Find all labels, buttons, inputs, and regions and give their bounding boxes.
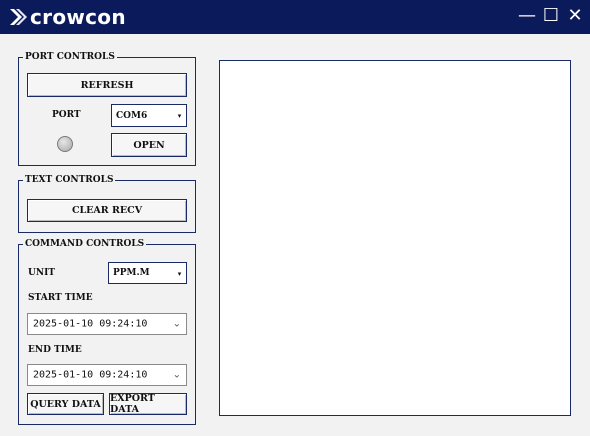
unit-select-value: PPM.M [113,268,150,278]
logo-chevron-icon [10,9,27,25]
end-time-value: 2025-01-10 09:24:10 [33,369,148,381]
command-controls-legend: COMMAND CONTROLS [25,239,145,249]
minimize-icon[interactable]: — [518,4,536,28]
app-window: crowcon — ☐ ✕ PORT CONTROLS REFRESH PORT… [0,0,590,436]
text-controls-legend: TEXT CONTROLS [25,175,114,185]
query-data-button[interactable]: QUERY DATA [27,393,104,415]
unit-select[interactable]: PPM.M ▾ [108,262,187,284]
port-status-led [57,136,73,152]
chevron-down-icon: ⌄ [172,318,181,330]
title-bar[interactable]: crowcon — ☐ ✕ [0,0,590,34]
start-time-label: START TIME [28,293,93,303]
close-icon[interactable]: ✕ [566,4,584,28]
export-data-button[interactable]: EXPORT DATA [109,393,187,415]
port-label: PORT [52,110,81,120]
dropdown-arrow-icon: ▾ [175,108,184,123]
port-select-value: COM6 [116,110,148,121]
start-time-value: 2025-01-10 09:24:10 [33,318,148,330]
clear-recv-button[interactable]: CLEAR RECV [27,199,187,222]
dropdown-arrow-icon: ▾ [175,266,184,280]
port-select[interactable]: COM6 ▾ [111,104,187,127]
refresh-button[interactable]: REFRESH [27,73,187,97]
receive-text-area[interactable] [219,60,571,416]
unit-label: UNIT [28,268,55,278]
port-controls-legend: PORT CONTROLS [25,52,115,62]
end-time-picker[interactable]: 2025-01-10 09:24:10 ⌄ [27,364,187,386]
window-controls: — ☐ ✕ [518,4,584,28]
open-button[interactable]: OPEN [111,133,187,157]
end-time-label: END TIME [28,345,82,355]
maximize-icon[interactable]: ☐ [542,4,560,28]
chevron-down-icon: ⌄ [172,369,181,381]
crowcon-logo: crowcon [8,5,126,29]
brand-name: crowcon [30,5,126,29]
start-time-picker[interactable]: 2025-01-10 09:24:10 ⌄ [27,313,187,335]
